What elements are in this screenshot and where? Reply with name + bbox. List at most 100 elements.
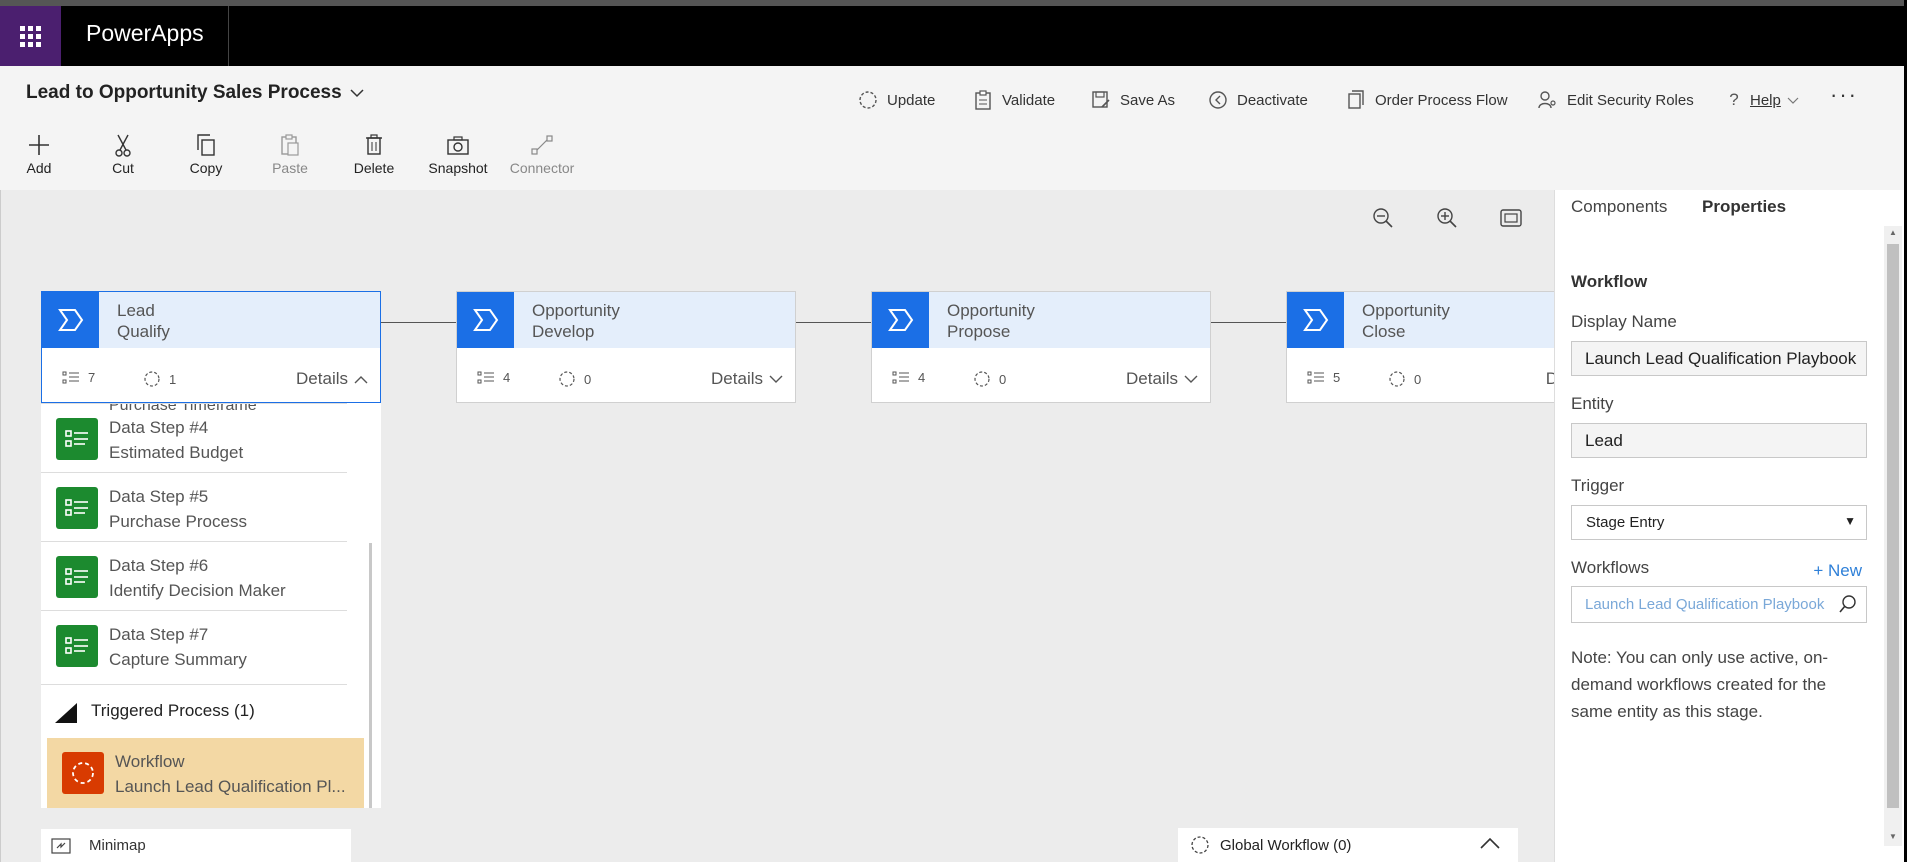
order-process-flow-button[interactable]: Order Process Flow — [1346, 90, 1508, 110]
copy-icon — [196, 130, 216, 160]
zoom-out-button[interactable] — [1369, 204, 1397, 232]
steps-count: 7 — [62, 370, 95, 385]
copy-button[interactable]: Copy — [171, 130, 241, 176]
save-as-label: Save As — [1120, 91, 1176, 109]
step-subtitle: Estimated Budget — [109, 443, 244, 462]
stage-name: Develop — [532, 322, 595, 341]
stage-entity: Opportunity — [532, 301, 620, 320]
stage-card-lead-qualify[interactable]: Lead Qualify 7 1 Details — [41, 291, 381, 403]
stage-chevron-icon — [42, 292, 99, 348]
search-icon[interactable] — [1838, 594, 1858, 618]
help-button[interactable]: ? Help — [1724, 90, 1799, 110]
trigger-value: Stage Entry — [1586, 514, 1665, 531]
edit-security-roles-label: Edit Security Roles — [1567, 91, 1694, 109]
stage-name: Close — [1362, 322, 1406, 341]
chevron-down-icon — [1787, 92, 1799, 109]
stage-connector-line — [795, 322, 871, 323]
save-as-button[interactable]: Save As — [1091, 90, 1175, 110]
waffle-icon — [20, 25, 41, 47]
workflows-lookup[interactable]: Launch Lead Qualification Playbook — [1571, 586, 1867, 623]
tab-properties[interactable]: Properties — [1702, 197, 1786, 217]
validate-button[interactable]: Validate — [973, 90, 1055, 110]
delete-button[interactable]: Delete — [339, 130, 409, 176]
connector-icon — [531, 130, 553, 160]
edit-security-roles-button[interactable]: Edit Security Roles — [1538, 90, 1694, 110]
details-toggle[interactable]: Details — [711, 369, 783, 389]
add-button[interactable]: Add — [4, 130, 74, 176]
workflow-count: 1 — [143, 370, 176, 388]
help-label: Help — [1750, 91, 1781, 109]
workflow-item-selected[interactable]: Workflow Launch Lead Qualification Pl... — [47, 738, 364, 808]
deactivate-icon — [1208, 90, 1228, 110]
data-step-item[interactable]: Data Step #4 Estimated Budget — [41, 403, 347, 472]
stage-chevron-icon — [1287, 292, 1344, 348]
stage-card-opportunity-close[interactable]: Opportunity Close 5 0 D — [1286, 291, 1556, 403]
order-flow-icon — [1346, 90, 1366, 110]
global-workflow-toggle[interactable]: Global Workflow (0) — [1178, 828, 1518, 862]
new-workflow-link[interactable]: + New — [1813, 561, 1862, 581]
tab-components[interactable]: Components — [1571, 197, 1667, 217]
chevron-down-icon — [1184, 375, 1198, 383]
app-launcher-button[interactable] — [0, 6, 61, 66]
order-process-flow-label: Order Process Flow — [1375, 91, 1508, 109]
details-toggle[interactable]: Details — [1126, 369, 1198, 389]
data-step-icon — [56, 625, 98, 667]
help-icon: ? — [1729, 90, 1739, 109]
zoom-in-button[interactable] — [1433, 204, 1461, 232]
copy-label: Copy — [189, 160, 223, 176]
data-step-item[interactable]: Data Step #7 Capture Summary — [41, 610, 347, 679]
camera-icon — [447, 130, 469, 160]
cut-label: Cut — [112, 160, 134, 176]
minimap-toggle[interactable]: Minimap — [41, 829, 351, 862]
snapshot-label: Snapshot — [428, 160, 488, 176]
scissors-icon — [114, 130, 132, 160]
details-toggle[interactable]: Details — [296, 369, 368, 389]
stage-card-opportunity-develop[interactable]: Opportunity Develop 4 0 Details — [456, 291, 796, 403]
update-button[interactable]: Update — [858, 90, 935, 110]
fit-to-screen-button[interactable] — [1497, 204, 1525, 232]
panel-scrollbar[interactable]: ▲ ▼ — [1884, 226, 1902, 846]
triangle-icon — [55, 703, 77, 723]
snapshot-button[interactable]: Snapshot — [423, 130, 493, 176]
paste-label: Paste — [272, 160, 308, 176]
chevron-down-icon — [350, 85, 364, 101]
scroll-up-icon[interactable]: ▲ — [1889, 228, 1897, 237]
workflow-count: 0 — [973, 370, 1006, 388]
top-bar: PowerApps — [0, 0, 1907, 66]
scrollbar-thumb[interactable] — [1887, 244, 1899, 808]
more-options-button[interactable]: ··· — [1830, 82, 1858, 108]
step-list-scrollbar[interactable] — [369, 543, 372, 808]
stage-card-opportunity-propose[interactable]: Opportunity Propose 4 0 Details — [871, 291, 1211, 403]
process-title: Lead to Opportunity Sales Process — [26, 82, 342, 103]
display-name-field[interactable]: Launch Lead Qualification Playbook — [1571, 341, 1867, 376]
trigger-label: Trigger — [1571, 476, 1625, 495]
deactivate-label: Deactivate — [1237, 91, 1308, 109]
paste-button[interactable]: Paste — [255, 130, 325, 176]
paste-icon — [280, 130, 300, 160]
process-title-dropdown[interactable]: Lead to Opportunity Sales Process — [26, 82, 364, 104]
data-step-item[interactable]: Data Step #5 Purchase Process — [41, 472, 347, 541]
zoom-in-icon — [1437, 208, 1457, 228]
cut-button[interactable]: Cut — [88, 130, 158, 176]
connector-button[interactable]: Connector — [507, 130, 577, 176]
deactivate-button[interactable]: Deactivate — [1208, 90, 1308, 110]
trigger-select[interactable]: Stage Entry ▼ — [1571, 505, 1867, 540]
step-title: Data Step #4 — [109, 418, 209, 437]
chevron-up-icon — [1480, 836, 1500, 853]
steps-list-icon — [477, 371, 494, 383]
app-name[interactable]: PowerApps — [86, 20, 204, 47]
data-step-item[interactable]: Data Step #6 Identify Decision Maker — [41, 541, 347, 610]
scroll-down-icon[interactable]: ▼ — [1889, 832, 1897, 841]
steps-list-icon — [1307, 371, 1324, 383]
workflow-icon — [144, 371, 160, 387]
connector-label: Connector — [509, 160, 575, 176]
stage-entity: Opportunity — [947, 301, 1035, 320]
update-icon — [858, 90, 878, 110]
section-title: Workflow — [1571, 272, 1648, 291]
steps-count: 4 — [477, 370, 510, 385]
workflow-icon — [1191, 836, 1209, 854]
triggered-process-header[interactable]: Triggered Process (1) — [41, 684, 347, 738]
save-as-icon — [1091, 90, 1111, 110]
designer-canvas[interactable]: Lead Qualify 7 1 Details Opportunity Dev… — [0, 190, 1556, 862]
data-step-icon — [56, 487, 98, 529]
